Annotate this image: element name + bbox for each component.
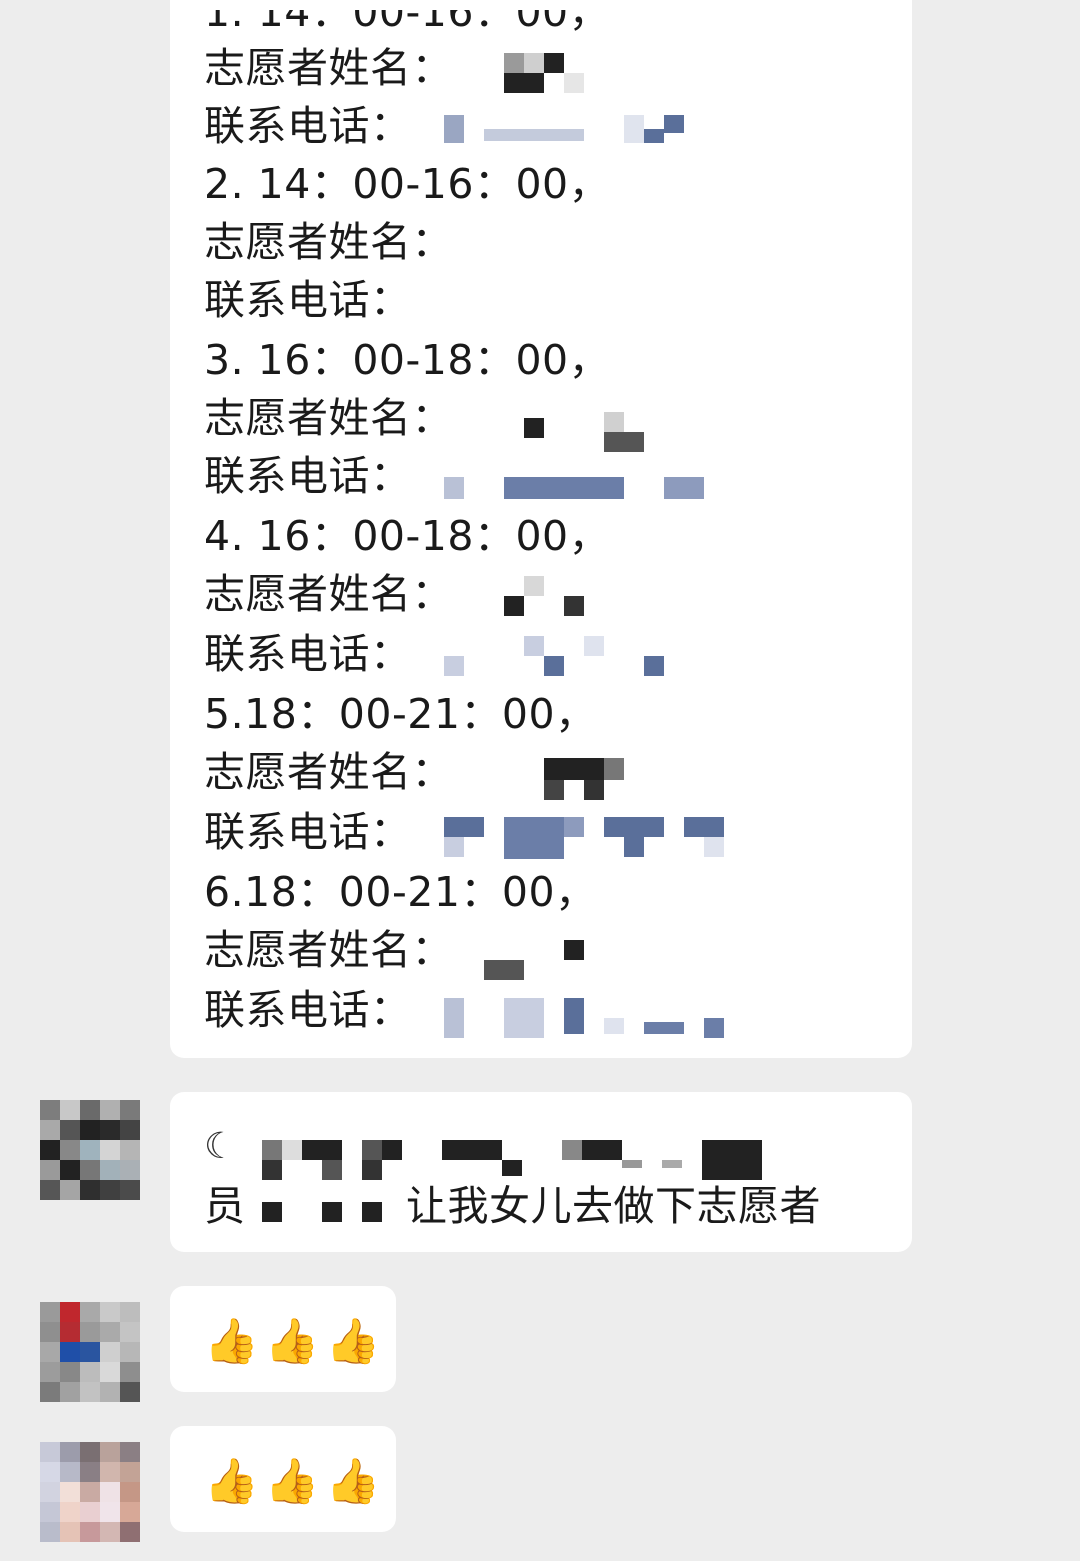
redacted-name-5 (544, 758, 624, 800)
message-bubble-reply[interactable]: ☾ 员 让我女儿去做下志愿者 (170, 1092, 912, 1252)
slot-2-name-label: 志愿者姓名： (204, 218, 453, 266)
redacted-phone-3 (444, 477, 706, 499)
slot-5-phone-label: 联系电话： (204, 808, 412, 856)
slot-4-name-label: 志愿者姓名： (204, 570, 453, 618)
schedule-slot-5-time: 5.18：00-21：00， (204, 690, 597, 738)
redacted-phone-5 (444, 817, 726, 859)
redacted-phone-1 (444, 115, 684, 145)
reply-line2-text: 让我女儿去做下志愿者 (406, 1182, 821, 1230)
redacted-name-3 (504, 412, 644, 452)
avatar[interactable] (40, 1100, 140, 1200)
message-bubble-schedule[interactable]: 1. 14：00-16：00， 志愿者姓名： 联系电话： 2. 14：00-16… (170, 0, 912, 1058)
schedule-slot-2-time: 2. 14：00-16：00， (204, 160, 611, 208)
slot-1-name-label: 志愿者姓名： (204, 44, 453, 92)
redacted-phone-4 (444, 636, 706, 678)
redacted-text-line1 (254, 1140, 774, 1180)
slot-1-phone-label: 联系电话： (204, 102, 412, 150)
slot-3-phone-label: 联系电话： (204, 452, 412, 500)
redacted-name-4 (504, 576, 584, 616)
thumbs-up-icon: 👍👍👍 (204, 1316, 387, 1367)
slot-4-phone-label: 联系电话： (204, 630, 412, 678)
slot-6-phone-label: 联系电话： (204, 986, 412, 1034)
slot-5-name-label: 志愿者姓名： (204, 748, 453, 796)
schedule-slot-1-time: 1. 14：00-16：00， (204, 0, 611, 36)
schedule-slot-3-time: 3. 16：00-18：00， (204, 336, 611, 384)
reply-line2-prefix: 员 (204, 1182, 246, 1230)
thumbs-up-icon: 👍👍👍 (204, 1456, 387, 1507)
redacted-name-6 (484, 940, 584, 980)
avatar[interactable] (40, 1302, 140, 1402)
redacted-text-line2 (254, 1202, 384, 1224)
message-bubble-thumbs[interactable]: 👍👍👍 (170, 1426, 396, 1532)
schedule-slot-6-time: 6.18：00-21：00， (204, 868, 597, 916)
redacted-phone-6 (444, 998, 726, 1040)
redacted-name-1 (504, 53, 584, 93)
slot-3-name-label: 志愿者姓名： (204, 394, 453, 442)
moon-icon: ☾ (204, 1126, 237, 1167)
schedule-slot-4-time: 4. 16：00-18：00， (204, 512, 611, 560)
slot-6-name-label: 志愿者姓名： (204, 926, 453, 974)
avatar[interactable] (40, 1442, 140, 1542)
slot-2-phone-label: 联系电话： (204, 276, 412, 324)
message-bubble-thumbs[interactable]: 👍👍👍 (170, 1286, 396, 1392)
